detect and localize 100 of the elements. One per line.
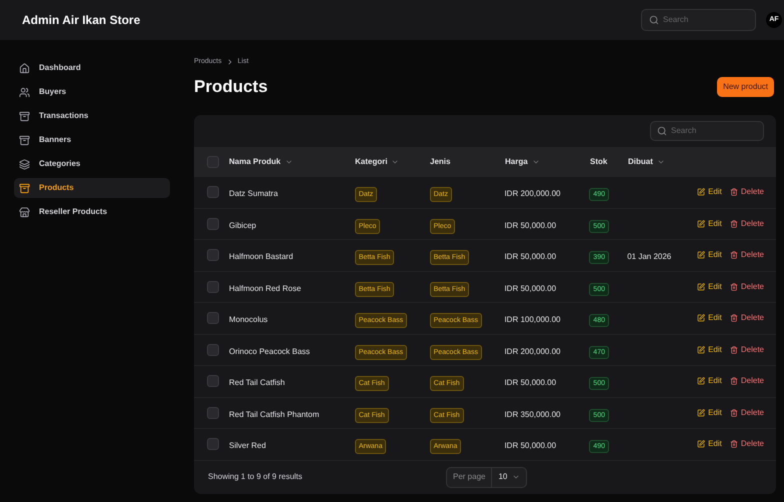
price-text: IDR 200,000.00	[504, 189, 560, 198]
checkbox[interactable]	[207, 344, 219, 356]
users-icon	[19, 86, 30, 98]
layers-icon	[19, 158, 30, 170]
delete-link[interactable]: Delete	[730, 344, 764, 356]
price-text: IDR 50,000.00	[504, 284, 556, 293]
edit-icon	[697, 220, 706, 228]
sort-icon	[284, 158, 293, 166]
product-name: Halfmoon Bastard	[228, 252, 294, 262]
trash-icon	[730, 188, 738, 196]
product-name: Datz Sumatra	[228, 189, 278, 198]
delete-link[interactable]: Delete	[730, 280, 764, 293]
sidebar-item[interactable]: Reseller Products	[14, 202, 170, 222]
per-page-value: 10	[492, 471, 526, 483]
edit-icon	[697, 251, 706, 260]
trash-icon	[730, 251, 738, 260]
sidebar-item[interactable]: Banners	[14, 130, 170, 150]
search-field[interactable]: Search	[641, 9, 756, 31]
per-page-select[interactable]: Per page 10	[446, 466, 528, 488]
trash-icon	[730, 282, 738, 291]
price-text: IDR 50,000.00	[504, 378, 556, 388]
edit-link[interactable]: Edit	[697, 375, 722, 388]
search-input[interactable]: Search	[663, 14, 743, 26]
checkbox[interactable]	[207, 249, 219, 262]
checkbox[interactable]	[207, 312, 219, 324]
price-text: IDR 50,000.00	[504, 441, 556, 450]
sidebar-item[interactable]: Dashboard	[14, 58, 170, 78]
price-text: IDR 350,000.00	[504, 410, 560, 419]
date-text: 01 Jan 2026	[627, 252, 672, 262]
new-product-button[interactable]: New product	[717, 77, 774, 97]
home-icon	[19, 62, 30, 74]
edit-icon	[697, 408, 706, 417]
edit-link[interactable]: Edit	[697, 438, 722, 450]
store-icon	[19, 206, 30, 218]
product-name: Halfmoon Red Rose	[228, 284, 302, 293]
edit-icon	[697, 440, 706, 448]
checkbox[interactable]	[207, 186, 219, 198]
edit-link[interactable]: Edit	[697, 186, 722, 198]
product-name: Gibicep	[228, 220, 256, 230]
per-page-label: Per page	[447, 468, 492, 486]
column-header[interactable]: Nama Produk	[229, 156, 281, 168]
product-name: Red Tail Catfish	[228, 378, 285, 388]
edit-link[interactable]: Edit	[697, 312, 722, 324]
edit-icon	[697, 377, 706, 386]
search-icon	[649, 15, 659, 25]
product-name: Monocolus	[228, 315, 268, 324]
checkbox[interactable]	[207, 375, 219, 388]
delete-link[interactable]: Delete	[730, 186, 764, 198]
delete-link[interactable]: Delete	[730, 218, 764, 230]
search-input[interactable]: Search	[671, 125, 751, 137]
delete-link[interactable]: Delete	[730, 375, 764, 388]
price-text: IDR 200,000.00	[504, 346, 560, 356]
results-summary: Showing 1 to 9 of 9 results	[208, 471, 304, 483]
checkbox[interactable]	[207, 438, 219, 450]
column-header[interactable]: Kategori	[355, 156, 388, 168]
checkbox[interactable]	[207, 280, 219, 293]
sort-icon	[656, 158, 665, 166]
sidebar-item[interactable]: Products	[14, 178, 170, 198]
delete-link[interactable]: Delete	[730, 406, 764, 419]
column-header: Jenis	[430, 156, 450, 168]
page-title: Products	[194, 76, 268, 98]
box-icon	[19, 110, 30, 122]
edit-icon	[697, 282, 706, 291]
product-name: Silver Red	[228, 441, 266, 450]
sidebar-item[interactable]: Categories	[14, 154, 170, 174]
trash-icon	[730, 377, 738, 386]
trash-icon	[730, 346, 738, 354]
delete-link[interactable]: Delete	[730, 312, 764, 324]
product-name: Orinoco Peacock Bass	[228, 346, 310, 356]
trash-icon	[730, 314, 738, 322]
app-title: Admin Air Ikan Store	[22, 12, 140, 29]
trash-icon	[730, 220, 738, 228]
delete-link[interactable]: Delete	[730, 249, 764, 262]
sort-icon	[391, 158, 400, 166]
price-text: IDR 50,000.00	[504, 252, 556, 262]
price-text: IDR 50,000.00	[504, 220, 556, 230]
delete-link[interactable]: Delete	[730, 438, 764, 450]
price-text: IDR 100,000.00	[504, 315, 560, 324]
edit-link[interactable]: Edit	[697, 406, 722, 419]
search-icon	[657, 126, 667, 136]
box-icon	[19, 182, 30, 194]
column-header[interactable]: Dibuat	[628, 156, 653, 168]
edit-icon	[697, 314, 706, 322]
edit-link[interactable]: Edit	[697, 344, 722, 356]
checkbox[interactable]	[207, 406, 219, 419]
trash-icon	[730, 440, 738, 448]
checkbox[interactable]	[207, 218, 219, 230]
table-search-field[interactable]: Search	[650, 121, 764, 141]
sidebar-item[interactable]: Buyers	[14, 82, 170, 102]
sidebar-item[interactable]: Transactions	[14, 106, 170, 126]
edit-link[interactable]: Edit	[697, 249, 722, 262]
sort-icon	[532, 158, 540, 166]
column-header[interactable]: Harga	[505, 156, 528, 168]
edit-link[interactable]: Edit	[697, 280, 722, 293]
edit-icon	[697, 188, 706, 196]
edit-link[interactable]: Edit	[697, 218, 722, 230]
checkbox[interactable]	[207, 156, 219, 168]
trash-icon	[730, 408, 738, 417]
edit-icon	[697, 346, 706, 354]
column-header: Stok	[590, 156, 608, 168]
